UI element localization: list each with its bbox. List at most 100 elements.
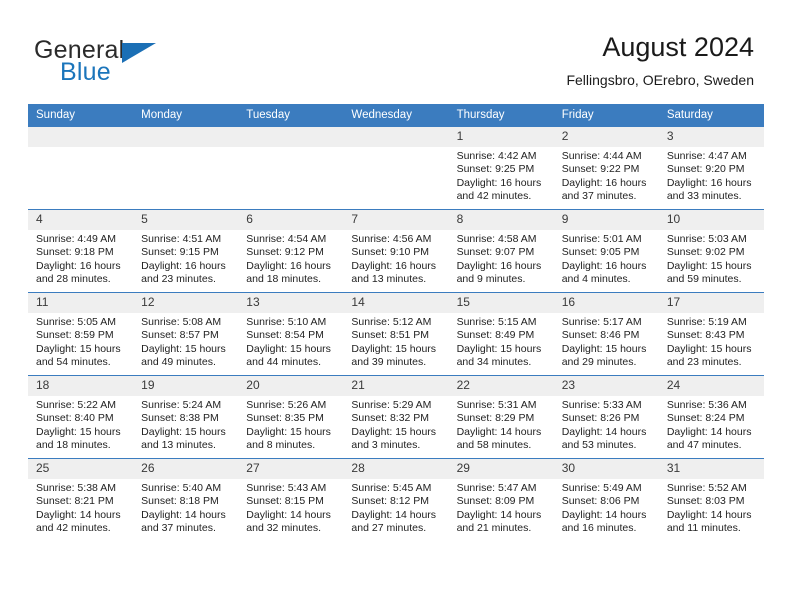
weekday-header-thursday: Thursday — [448, 104, 554, 127]
daylight-minutes: and 34 minutes. — [456, 356, 532, 369]
page-title: August 2024 — [602, 32, 754, 62]
daylight-minutes: and 28 minutes. — [36, 273, 111, 286]
sunset-time: Sunset: 9:20 PM — [666, 163, 745, 176]
calendar-day-cell[interactable]: 10 Sunrise: 5:03 AM Sunset: 9:02 PM Dayligh… — [658, 209, 764, 293]
calendar-day-cell[interactable]: 19 Sunrise: 5:24 AM Sunset: 8:38 PM Dayligh… — [133, 375, 239, 459]
daylight-minutes: and 59 minutes. — [666, 273, 742, 286]
daylight-minutes: and 53 minutes. — [561, 439, 637, 452]
calendar-day-cell[interactable]: 13 Sunrise: 5:10 AM Sunset: 8:54 PM Dayligh… — [238, 292, 344, 376]
sunrise-time: Sunrise: 5:26 AM — [246, 399, 327, 411]
sunrise-time: Sunrise: 4:58 AM — [456, 233, 537, 245]
daylight-hours: Daylight: 14 hours — [456, 425, 542, 438]
calendar-empty-cell — [238, 126, 344, 210]
daylight-minutes: and 32 minutes. — [246, 522, 321, 535]
sunrise-time: Sunrise: 5:29 AM — [351, 399, 432, 411]
sunset-time: Sunset: 8:24 PM — [666, 412, 745, 425]
calendar-day-cell[interactable]: 3 Sunrise: 4:47 AM Sunset: 9:20 PM Daylight… — [658, 126, 764, 210]
page-header: General Blue August 2024 Fellingsbro, OE… — [0, 0, 792, 104]
day-number: 16 — [553, 293, 659, 313]
brand-logo[interactable]: General Blue — [34, 36, 264, 92]
daylight-hours: Daylight: 16 hours — [36, 259, 121, 272]
day-number: 4 — [28, 210, 134, 230]
calendar-day-cell[interactable]: 4 Sunrise: 4:49 AM Sunset: 9:18 PM Daylight… — [28, 209, 134, 293]
day-sun-info: Sunrise: 5:40 AM Sunset: 8:18 PM Daylight:… — [133, 479, 238, 536]
sunset-time: Sunset: 8:46 PM — [561, 329, 640, 342]
sunrise-time: Sunrise: 5:05 AM — [36, 316, 116, 328]
calendar-day-cell[interactable]: 24 Sunrise: 5:36 AM Sunset: 8:24 PM Dayligh… — [658, 375, 764, 459]
daylight-hours: Daylight: 14 hours — [456, 508, 542, 521]
calendar-day-cell[interactable]: 2 Sunrise: 4:44 AM Sunset: 9:22 PM Daylight… — [553, 126, 659, 210]
day-sun-info: Sunrise: 5:03 AM Sunset: 9:02 PM Daylight:… — [659, 230, 764, 287]
sunset-time: Sunset: 8:18 PM — [141, 495, 219, 508]
calendar-day-cell[interactable]: 12 Sunrise: 5:08 AM Sunset: 8:57 PM Dayligh… — [133, 292, 239, 376]
day-number: 31 — [658, 459, 764, 479]
page-subtitle: Fellingsbro, OErebro, Sweden — [566, 72, 754, 88]
calendar-day-cell[interactable]: 11 Sunrise: 5:05 AM Sunset: 8:59 PM Dayligh… — [28, 292, 134, 376]
weekday-header-tuesday: Tuesday — [238, 104, 344, 127]
calendar-day-cell[interactable]: 29 Sunrise: 5:47 AM Sunset: 8:09 PM Dayligh… — [448, 458, 554, 541]
day-sun-info: Sunrise: 4:44 AM Sunset: 9:22 PM Daylight:… — [554, 147, 659, 204]
calendar-day-cell[interactable]: 8 Sunrise: 4:58 AM Sunset: 9:07 PM Daylight… — [448, 209, 554, 293]
calendar-day-cell[interactable]: 28 Sunrise: 5:45 AM Sunset: 8:12 PM Dayligh… — [343, 458, 449, 541]
weekday-header-wednesday: Wednesday — [343, 104, 449, 127]
day-sun-info: Sunrise: 4:47 AM Sunset: 9:20 PM Daylight:… — [659, 147, 764, 204]
sunrise-time: Sunrise: 5:15 AM — [456, 316, 537, 328]
calendar-day-cell[interactable]: 20 Sunrise: 5:26 AM Sunset: 8:35 PM Dayligh… — [238, 375, 344, 459]
calendar-week-row: 11 Sunrise: 5:05 AM Sunset: 8:59 PM Dayligh… — [28, 292, 764, 376]
daylight-minutes: and 18 minutes. — [246, 273, 321, 286]
sunset-time: Sunset: 8:35 PM — [246, 412, 324, 425]
sunrise-time: Sunrise: 5:08 AM — [141, 316, 222, 328]
calendar-day-cell[interactable]: 6 Sunrise: 4:54 AM Sunset: 9:12 PM Daylight… — [238, 209, 344, 293]
day-number: 19 — [133, 376, 239, 396]
day-sun-info: Sunrise: 5:52 AM Sunset: 8:03 PM Daylight:… — [659, 479, 764, 536]
brand-name-blue: Blue — [60, 58, 111, 86]
calendar-day-cell[interactable]: 21 Sunrise: 5:29 AM Sunset: 8:32 PM Dayligh… — [343, 375, 449, 459]
sunset-time: Sunset: 8:21 PM — [36, 495, 114, 508]
sunset-time: Sunset: 8:54 PM — [246, 329, 324, 342]
day-sun-info: Sunrise: 5:08 AM Sunset: 8:57 PM Daylight:… — [133, 313, 238, 370]
calendar-day-cell[interactable]: 5 Sunrise: 4:51 AM Sunset: 9:15 PM Daylight… — [133, 209, 239, 293]
day-number: 24 — [658, 376, 764, 396]
calendar-day-cell[interactable]: 1 Sunrise: 4:42 AM Sunset: 9:25 PM Daylight… — [448, 126, 554, 210]
day-sun-info: Sunrise: 4:51 AM Sunset: 9:15 PM Daylight:… — [133, 230, 238, 287]
daylight-minutes: and 4 minutes. — [561, 273, 631, 286]
weekday-header-friday: Friday — [553, 104, 659, 127]
calendar-day-cell[interactable]: 16 Sunrise: 5:17 AM Sunset: 8:46 PM Dayligh… — [553, 292, 659, 376]
day-number — [238, 127, 344, 147]
calendar-day-cell[interactable]: 14 Sunrise: 5:12 AM Sunset: 8:51 PM Dayligh… — [343, 292, 449, 376]
day-sun-info: Sunrise: 5:05 AM Sunset: 8:59 PM Daylight:… — [28, 313, 133, 370]
day-number: 17 — [658, 293, 764, 313]
day-number: 5 — [133, 210, 239, 230]
calendar-day-cell[interactable]: 26 Sunrise: 5:40 AM Sunset: 8:18 PM Dayligh… — [133, 458, 239, 541]
day-number: 9 — [553, 210, 659, 230]
day-number: 15 — [448, 293, 554, 313]
weekday-header-row: Sunday Monday Tuesday Wednesday Thursday… — [28, 104, 764, 127]
day-sun-info: Sunrise: 5:43 AM Sunset: 8:15 PM Daylight:… — [238, 479, 343, 536]
daylight-minutes: and 23 minutes. — [141, 273, 216, 286]
calendar-day-cell[interactable]: 17 Sunrise: 5:19 AM Sunset: 8:43 PM Dayligh… — [658, 292, 764, 376]
sunset-time: Sunset: 8:51 PM — [351, 329, 430, 342]
calendar-day-cell[interactable]: 22 Sunrise: 5:31 AM Sunset: 8:29 PM Dayligh… — [448, 375, 554, 459]
calendar-day-cell[interactable]: 31 Sunrise: 5:52 AM Sunset: 8:03 PM Dayligh… — [658, 458, 764, 541]
calendar-day-cell[interactable]: 27 Sunrise: 5:43 AM Sunset: 8:15 PM Dayligh… — [238, 458, 344, 541]
sunrise-time: Sunrise: 5:24 AM — [141, 399, 222, 411]
calendar-day-cell[interactable]: 30 Sunrise: 5:49 AM Sunset: 8:06 PM Dayligh… — [553, 458, 659, 541]
calendar-day-cell[interactable]: 23 Sunrise: 5:33 AM Sunset: 8:26 PM Dayligh… — [553, 375, 659, 459]
sunset-time: Sunset: 8:59 PM — [36, 329, 114, 342]
calendar-day-cell[interactable]: 15 Sunrise: 5:15 AM Sunset: 8:49 PM Dayligh… — [448, 292, 554, 376]
calendar-day-cell[interactable]: 18 Sunrise: 5:22 AM Sunset: 8:40 PM Dayligh… — [28, 375, 134, 459]
calendar-day-cell[interactable]: 7 Sunrise: 4:56 AM Sunset: 9:10 PM Daylight… — [343, 209, 449, 293]
calendar-day-cell[interactable]: 25 Sunrise: 5:38 AM Sunset: 8:21 PM Dayligh… — [28, 458, 134, 541]
calendar-empty-cell — [343, 126, 449, 210]
daylight-minutes: and 47 minutes. — [666, 439, 742, 452]
daylight-hours: Daylight: 15 hours — [666, 259, 752, 272]
daylight-hours: Daylight: 16 hours — [351, 259, 437, 272]
sunset-time: Sunset: 8:12 PM — [351, 495, 430, 508]
calendar-day-cell[interactable]: 9 Sunrise: 5:01 AM Sunset: 9:05 PM Daylight… — [553, 209, 659, 293]
day-number: 2 — [553, 127, 659, 147]
sunset-time: Sunset: 8:03 PM — [666, 495, 745, 508]
daylight-minutes: and 54 minutes. — [36, 356, 111, 369]
calendar-week-row: 1 Sunrise: 4:42 AM Sunset: 9:25 PM Daylight… — [28, 126, 764, 210]
sunrise-time: Sunrise: 4:42 AM — [456, 150, 537, 162]
daylight-minutes: and 39 minutes. — [351, 356, 427, 369]
